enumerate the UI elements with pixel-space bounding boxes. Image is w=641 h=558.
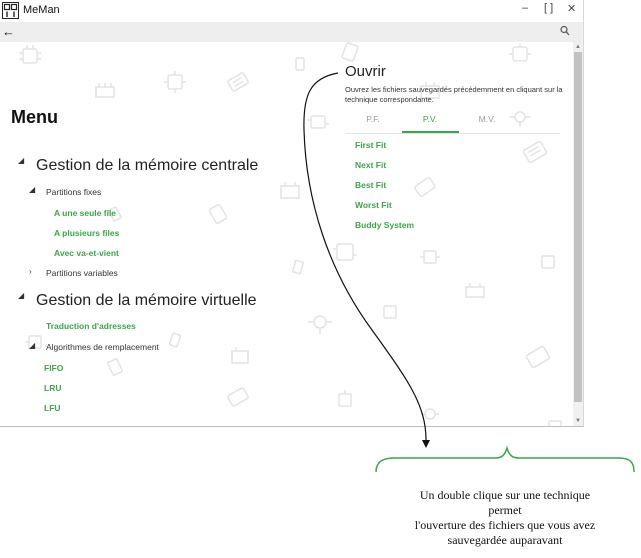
collapse-caret-icon[interactable]: ◢	[29, 341, 35, 350]
scroll-thumb[interactable]	[574, 52, 582, 402]
search-icon[interactable]	[560, 25, 570, 37]
technique-buddy-system[interactable]: Buddy System	[355, 220, 414, 230]
annotation-curly-brace	[375, 445, 635, 473]
menu-item-lru[interactable]: LRU	[44, 383, 61, 393]
title-bar: MeMan – [ ] ✕	[0, 0, 583, 22]
scroll-up-arrow-icon[interactable]: ▲	[574, 43, 582, 51]
menu-item-une-seule-file[interactable]: A une seule file	[54, 208, 116, 218]
tab-mv[interactable]: M.V.	[459, 114, 515, 124]
open-panel-title: Ouvrir	[345, 63, 386, 80]
tab-pv[interactable]: P.V.	[402, 114, 458, 124]
collapse-caret-icon[interactable]: ◢	[29, 185, 35, 194]
annotation-text: Un double clique sur une technique perme…	[380, 488, 630, 548]
section-title-memoire-virtuelle[interactable]: Gestion de la mémoire virtuelle	[36, 292, 257, 310]
technique-next-fit[interactable]: Next Fit	[355, 160, 386, 170]
maximize-button[interactable]: [ ]	[544, 2, 553, 14]
annotation-arrowhead-icon	[422, 440, 430, 448]
open-panel-description: Ouvrez les fichiers sauvegardés précédem…	[345, 85, 563, 104]
vertical-scrollbar[interactable]: ▲ ▼	[573, 42, 583, 426]
menu-item-traduction-adresses[interactable]: Traduction d'adresses	[46, 321, 136, 331]
annotation-line: l'ouverture des fichiers que vous avez	[414, 518, 596, 532]
minimize-button[interactable]: –	[522, 2, 528, 14]
annotation-line: Un double clique sur une technique	[419, 488, 591, 502]
expand-caret-icon[interactable]: ›	[29, 267, 32, 276]
app-window: MeMan – [ ] ✕ ← Menu ◢ Gestion de la mém…	[0, 0, 584, 427]
menu-item-va-et-vient[interactable]: Avec va-et-vient	[54, 248, 119, 258]
menu-title: Menu	[11, 107, 58, 127]
collapse-caret-icon[interactable]: ◢	[18, 291, 24, 300]
group-algorithmes-remplacement[interactable]: Algorithmes de remplacement	[46, 342, 159, 352]
tab-pf[interactable]: P.F.	[345, 114, 401, 124]
active-tab-indicator	[402, 131, 459, 133]
back-button[interactable]: ←	[2, 24, 16, 40]
group-partitions-variables[interactable]: Partitions variables	[46, 268, 118, 278]
menu-item-fifo[interactable]: FIFO	[44, 363, 63, 373]
scroll-down-arrow-icon[interactable]: ▼	[574, 417, 582, 425]
menu-item-lfu[interactable]: LFU	[44, 403, 61, 413]
navigation-bar: ←	[0, 22, 583, 42]
menu-item-plusieurs-files[interactable]: A plusieurs files	[54, 228, 119, 238]
technique-best-fit[interactable]: Best Fit	[355, 180, 386, 190]
technique-worst-fit[interactable]: Worst Fit	[355, 200, 392, 210]
annotation-line: permet	[488, 503, 522, 517]
technique-first-fit[interactable]: First Fit	[355, 140, 386, 150]
close-button[interactable]: ✕	[567, 2, 576, 15]
group-partitions-fixes[interactable]: Partitions fixes	[46, 187, 101, 197]
window-title: MeMan	[23, 4, 60, 16]
app-logo-icon	[2, 2, 19, 19]
technique-tabs: P.F. P.V. M.V.	[345, 111, 560, 134]
section-title-memoire-centrale[interactable]: Gestion de la mémoire centrale	[36, 157, 258, 175]
annotation-line: sauvegardée auparavant	[447, 533, 563, 547]
collapse-caret-icon[interactable]: ◢	[18, 156, 24, 165]
